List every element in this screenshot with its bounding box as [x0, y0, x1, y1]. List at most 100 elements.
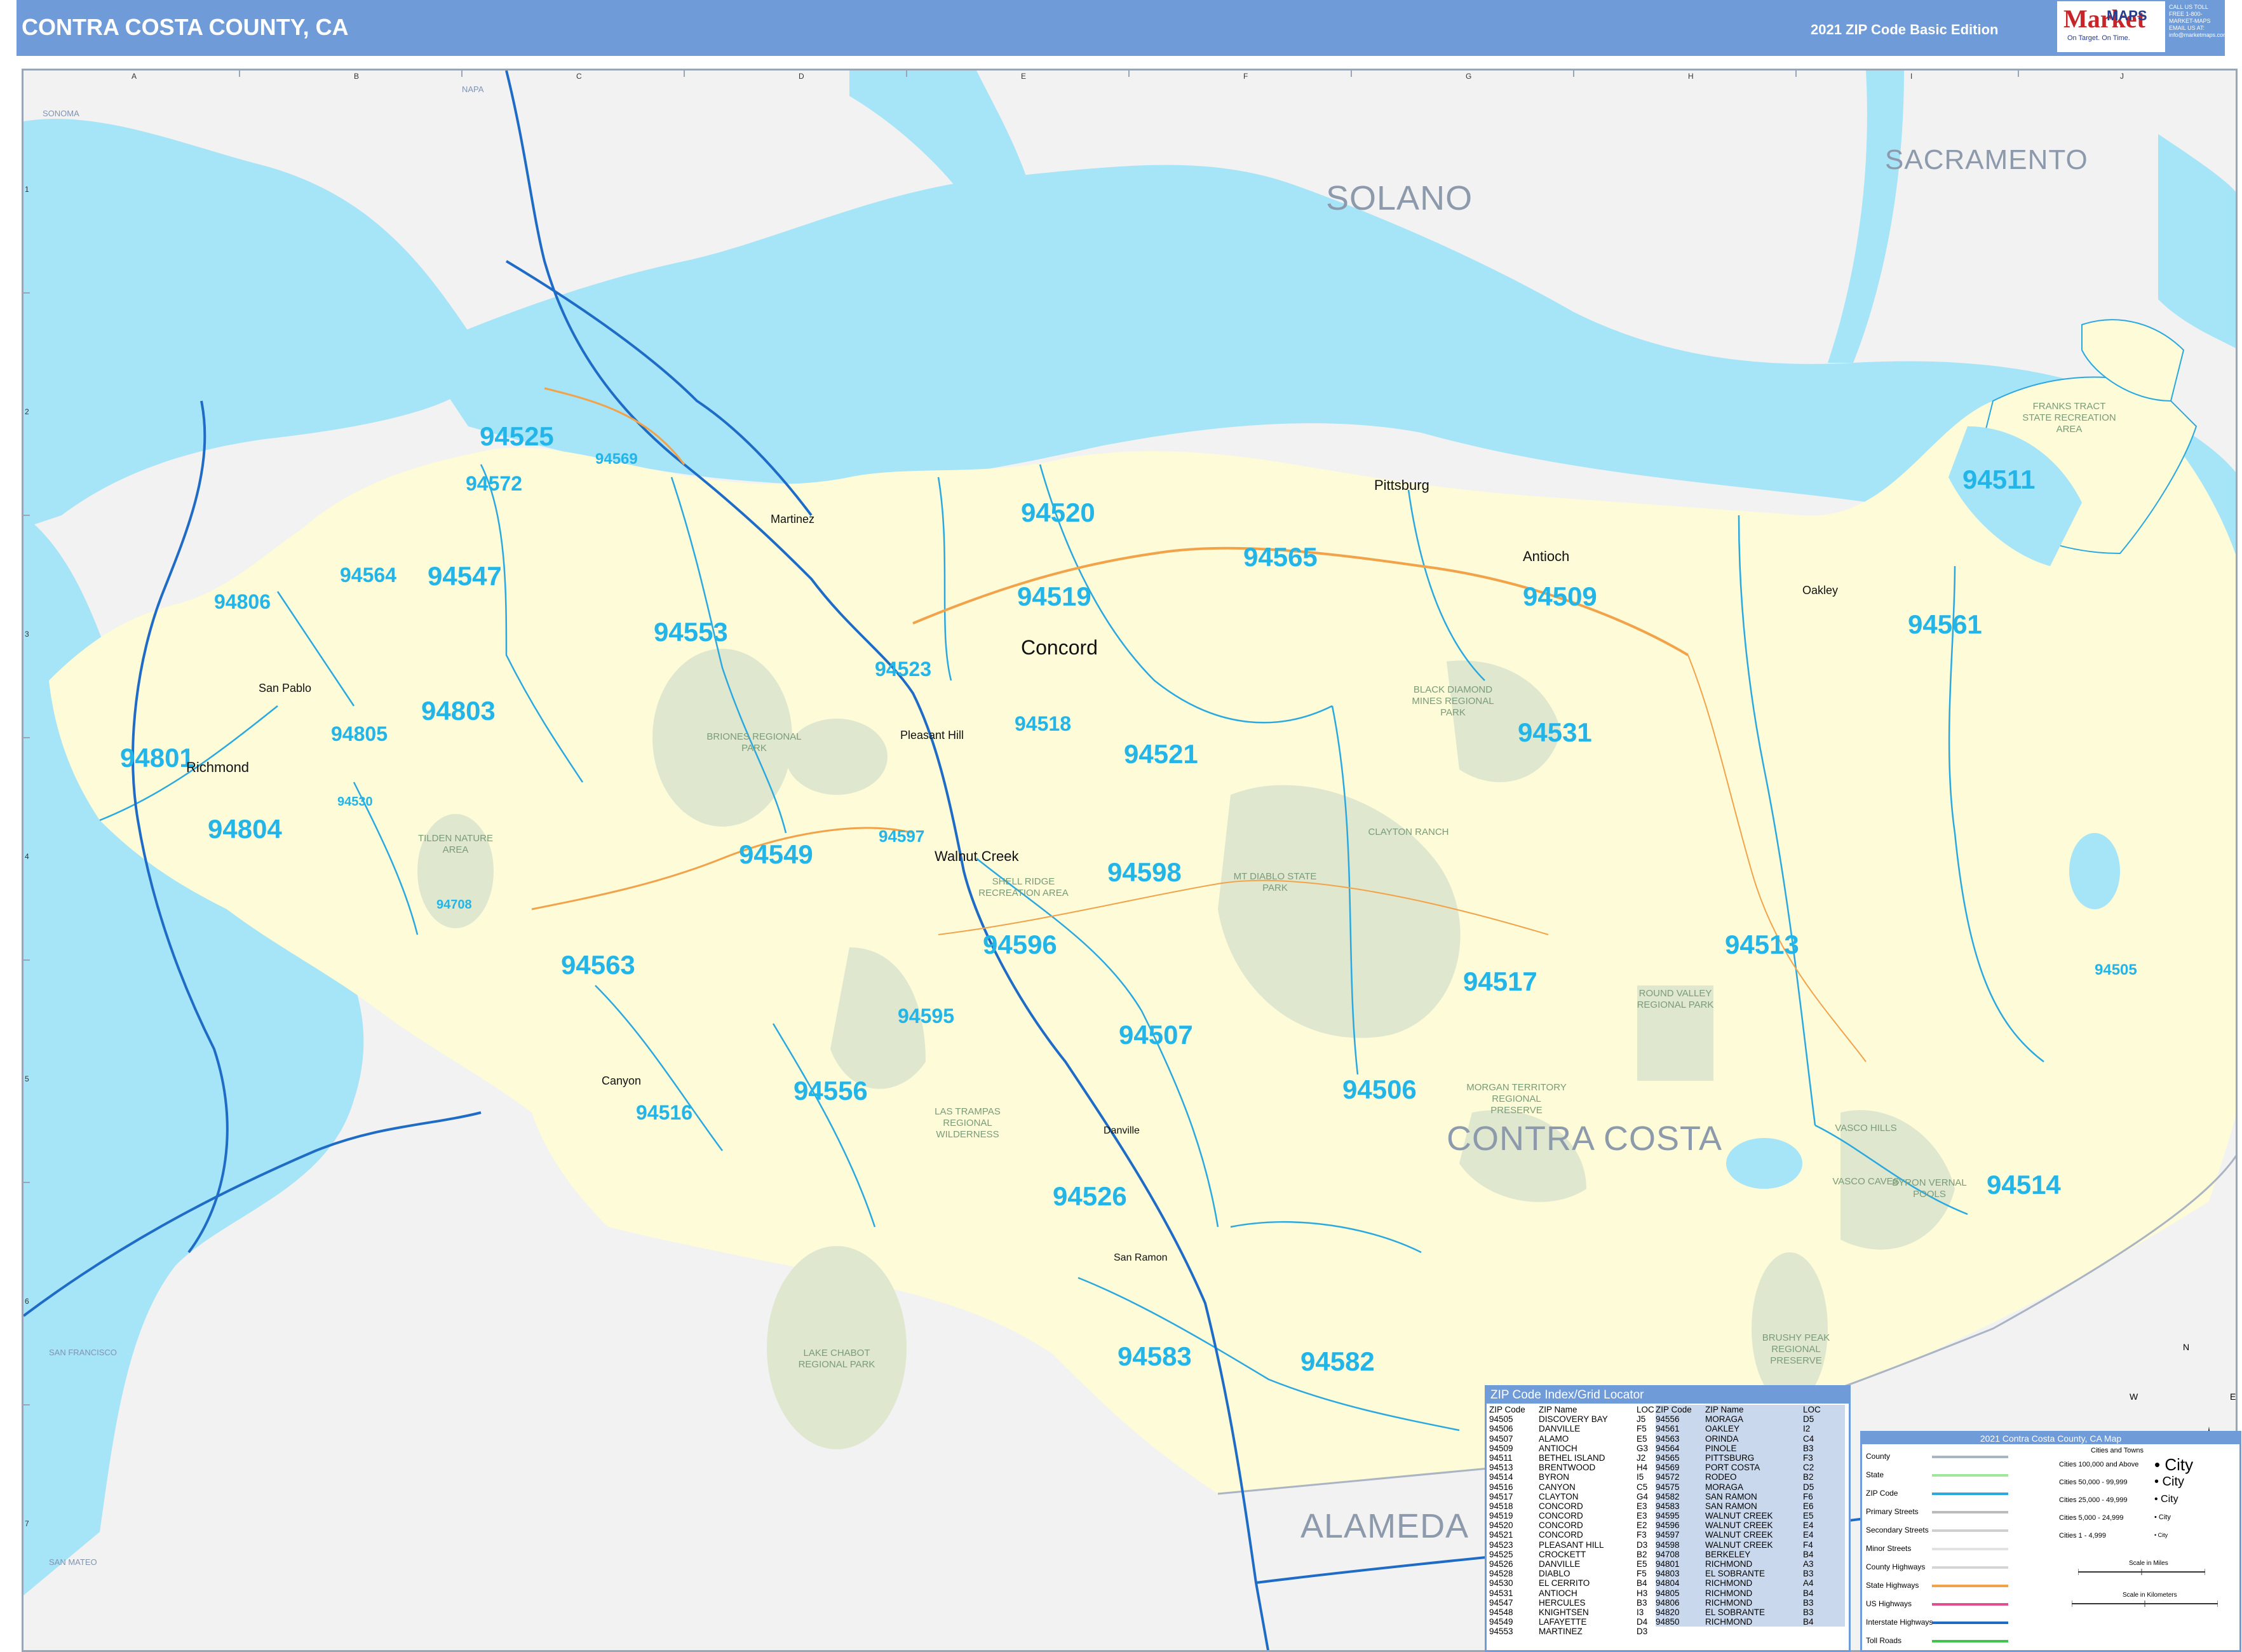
zip-name-cell: CONCORD — [1539, 1530, 1583, 1540]
park-label-lake-chabot: LAKE CHABOT REGIONAL PARK — [798, 1348, 875, 1370]
zip-index-row: 94575 MORAGA D5 — [1656, 1482, 1845, 1492]
zip-index-header-cell: ZIP Name — [1539, 1405, 1577, 1414]
zip-label: 94526 — [1053, 1181, 1127, 1211]
zip-label: 94598 — [1107, 857, 1182, 887]
grid-row-7: 7 — [25, 1519, 29, 1528]
city-label-oakley: Oakley — [1802, 584, 1839, 597]
zip-label: 94805 — [331, 722, 388, 745]
city-label-pleasant-hill: Pleasant Hill — [900, 729, 964, 741]
edition-label: 2021 ZIP Code Basic Edition — [1811, 22, 1999, 37]
zip-code-cell: 94526 — [1489, 1559, 1513, 1569]
zip-index-row: 94805 RICHMOND B4 — [1656, 1588, 1845, 1598]
zip-label: 94523 — [875, 658, 931, 680]
zip-code-cell: 94505 — [1489, 1414, 1513, 1425]
zip-code-cell: 94513 — [1489, 1463, 1513, 1473]
zip-code-cell: 94708 — [1656, 1549, 1680, 1559]
park-label-mt-diablo: MT DIABLO STATE PARK — [1233, 871, 1317, 893]
legend-city-sample: • City — [2154, 1475, 2185, 1489]
city-label-canyon: Canyon — [602, 1074, 642, 1087]
zip-label: 94521 — [1124, 739, 1198, 769]
zip-index-row: 94525 CROCKETT B2 — [1489, 1550, 1667, 1559]
legend-city-sample: • City — [2154, 1455, 2194, 1474]
zip-code-cell: 94525 — [1489, 1549, 1513, 1559]
zip-label: 94547 — [428, 561, 502, 591]
zip-label: 94803 — [421, 696, 496, 726]
city-label-antioch: Antioch — [1523, 548, 1570, 564]
zip-name-cell: CONCORD — [1539, 1520, 1583, 1531]
zip-label: 94801 — [120, 743, 194, 773]
zip-label: 94564 — [340, 564, 396, 586]
zip-name-cell: PORT COSTA — [1705, 1463, 1760, 1473]
zip-name-cell: ANTIOCH — [1539, 1443, 1577, 1453]
zip-code-cell: 94805 — [1656, 1588, 1680, 1598]
zip-label: 94806 — [214, 590, 271, 613]
zip-index-row: 94531 ANTIOCH H3 — [1489, 1588, 1667, 1598]
zip-code-cell: 94549 — [1489, 1617, 1513, 1627]
zip-label: 94511 — [1962, 464, 2036, 494]
legend-swatch — [1932, 1456, 2008, 1458]
zip-label: 94596 — [983, 930, 1057, 959]
zip-index-row: 94518 CONCORD E3 — [1489, 1501, 1667, 1511]
zip-code-cell: 94517 — [1489, 1491, 1513, 1501]
zip-label: 94553 — [654, 617, 728, 647]
legend-item-label: Secondary Streets — [1866, 1526, 1929, 1534]
zip-loc-cell: E4 — [1803, 1520, 1814, 1531]
grid-col-e: E — [1021, 72, 1027, 81]
park-label-briones: BRIONES REGIONAL PARK — [706, 731, 802, 754]
zip-index-row: 94563 ORINDA C4 — [1656, 1434, 1845, 1444]
zip-index-row: 94549 LAFAYETTE D4 — [1489, 1617, 1667, 1627]
zip-index-header-cell: LOC — [1803, 1405, 1821, 1414]
zip-name-cell: DANVILLE — [1539, 1424, 1581, 1434]
zip-loc-cell: E6 — [1803, 1501, 1814, 1511]
zip-name-cell: RICHMOND — [1705, 1559, 1753, 1569]
zip-name-cell: ORINDA — [1705, 1433, 1739, 1444]
zip-name-cell: BYRON — [1539, 1472, 1570, 1482]
logo-tagline: On Target. On Time. — [2067, 34, 2130, 42]
zip-name-cell: WALNUT CREEK — [1705, 1540, 1773, 1550]
zip-label: 94513 — [1725, 930, 1799, 959]
map-area[interactable]: A B C D E F G H I J 1 2 3 4 5 6 7 SOLANO… — [22, 69, 2238, 1652]
zip-label: 94525 — [480, 421, 554, 451]
park-label-morgan-territory: MORGAN TERRITORY REGIONAL PRESERVE — [1466, 1082, 1567, 1116]
zip-code-cell: 94569 — [1656, 1463, 1680, 1473]
park-label-shell-ridge: SHELL RIDGE RECREATION AREA — [978, 876, 1069, 898]
zip-name-cell: CLAYTON — [1539, 1491, 1579, 1501]
zip-label: 94583 — [1118, 1341, 1192, 1371]
zip-name-cell: CROCKETT — [1539, 1549, 1586, 1559]
zip-name-cell: RODEO — [1705, 1472, 1737, 1482]
zip-label: 94582 — [1300, 1346, 1375, 1376]
compass-n: N — [2183, 1342, 2190, 1352]
zip-index-row: 94806 RICHMOND B3 — [1656, 1598, 1845, 1608]
shell-ridge — [786, 719, 888, 795]
zip-index-row: 94803 EL SOBRANTE B3 — [1656, 1569, 1845, 1578]
zip-label: 94516 — [636, 1101, 692, 1124]
zip-code-cell: 94806 — [1656, 1597, 1680, 1608]
city-label-concord: Concord — [1021, 636, 1098, 659]
zip-loc-cell: B3 — [1803, 1443, 1814, 1453]
county-label-sonoma: SONOMA — [43, 109, 79, 118]
legend-scale-km: Scale in Kilometers — [2123, 1592, 2177, 1599]
zip-code-cell: 94801 — [1656, 1559, 1680, 1569]
park-label-tilden: TILDEN NATURE AREA — [417, 833, 494, 855]
zip-index-header: ZIP Code ZIP Name LOC — [1489, 1405, 1667, 1414]
zip-label: 94519 — [1017, 581, 1091, 611]
zip-name-cell: CONCORD — [1539, 1501, 1583, 1511]
legend-city-sample: • City — [2154, 1531, 2168, 1538]
zip-index-row: 94505 DISCOVERY BAY J5 — [1489, 1414, 1667, 1424]
zip-code-cell: 94531 — [1489, 1588, 1513, 1598]
zip-label: 94595 — [898, 1005, 954, 1027]
zip-loc-cell: C4 — [1803, 1433, 1814, 1444]
zip-code-cell: 94561 — [1656, 1424, 1680, 1434]
zip-index-row: 94514 BYRON I5 — [1489, 1472, 1667, 1482]
zip-name-cell: PINOLE — [1705, 1443, 1737, 1453]
zip-loc-cell: A4 — [1803, 1578, 1814, 1588]
zip-loc-cell: D5 — [1803, 1482, 1814, 1492]
zip-code-cell: 94521 — [1489, 1530, 1513, 1540]
legend-swatch — [1932, 1529, 2008, 1532]
county-label-solano: SOLANO — [1326, 179, 1473, 217]
legend-city-size-label: Cities 50,000 - 99,999 — [2059, 1479, 2128, 1486]
zip-name-cell: OAKLEY — [1705, 1424, 1740, 1434]
legend-swatch — [1932, 1622, 2008, 1624]
zip-name-cell: BETHEL ISLAND — [1539, 1452, 1605, 1463]
zip-code-cell: 94516 — [1489, 1482, 1513, 1492]
